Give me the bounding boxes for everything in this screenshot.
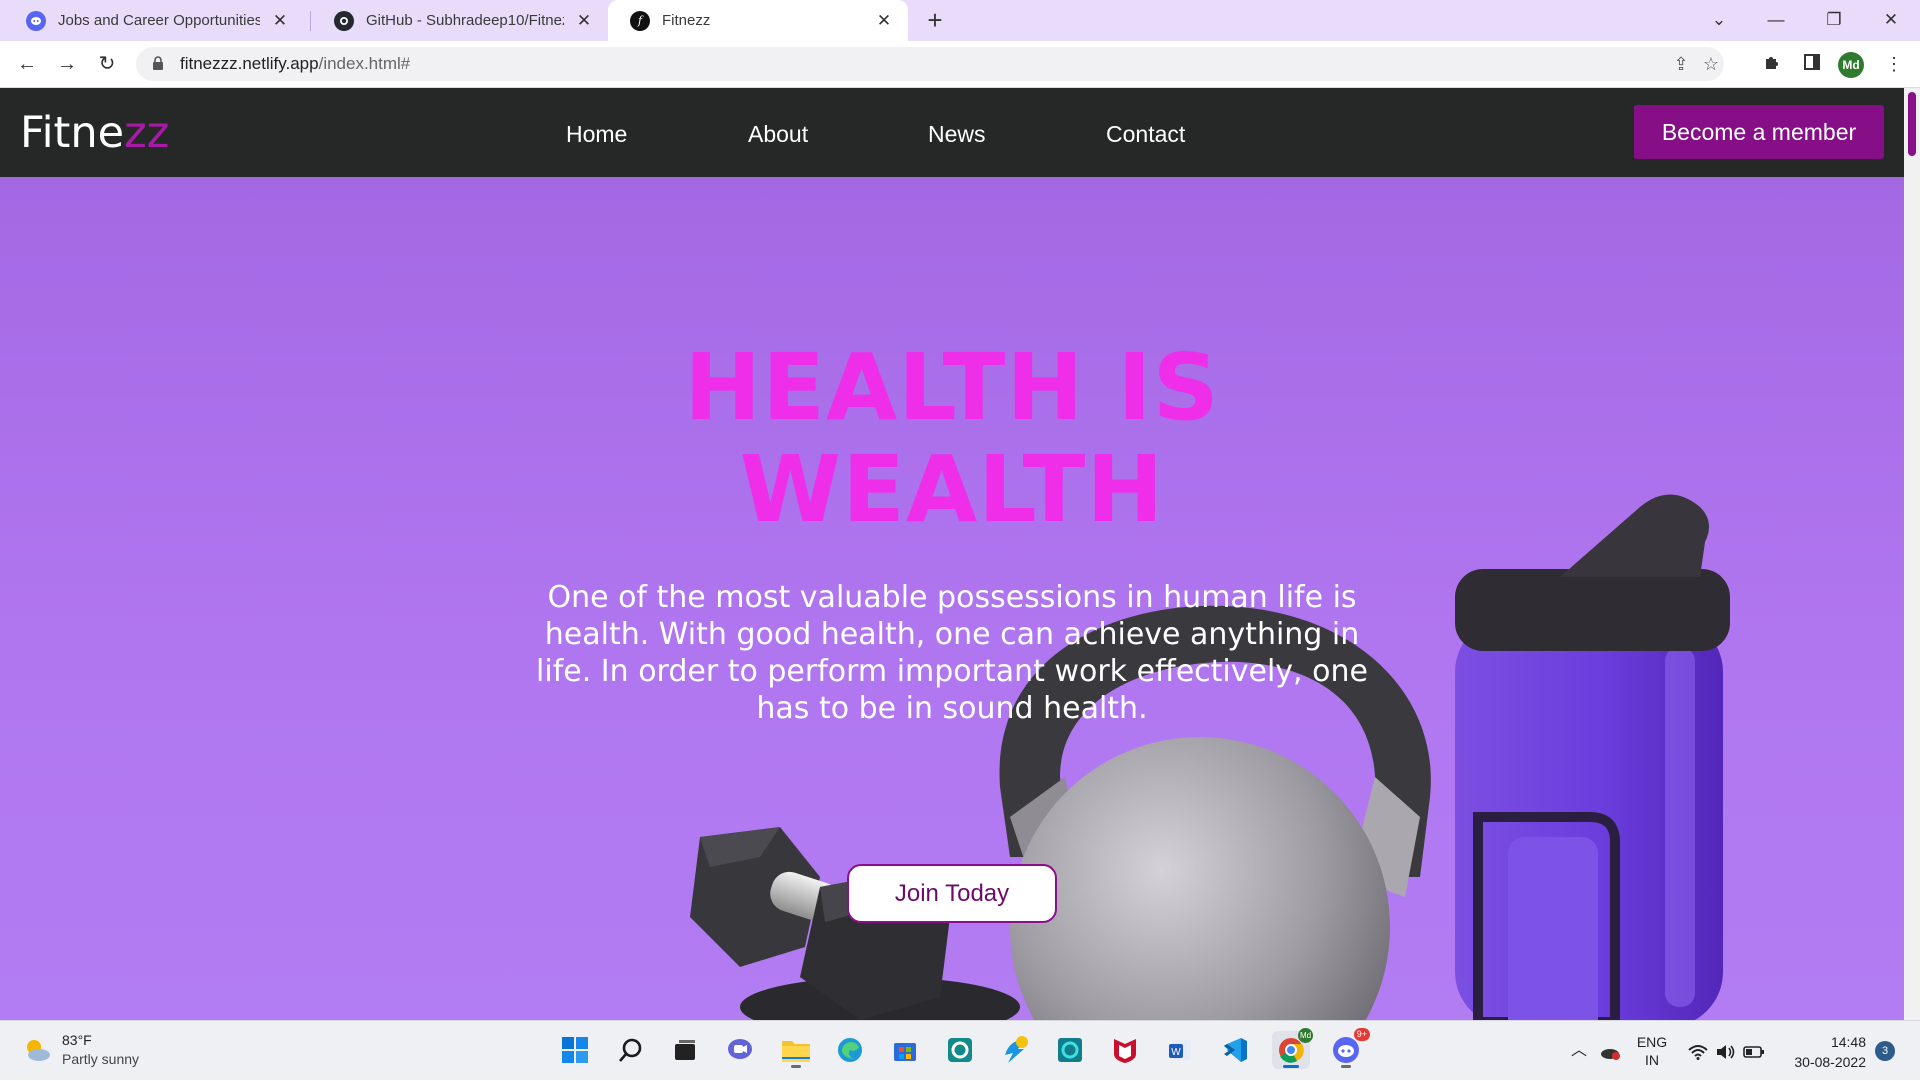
close-window-button[interactable]: ✕ <box>1871 4 1911 36</box>
app-icon-teal[interactable] <box>941 1031 979 1069</box>
file-explorer-icon[interactable] <box>777 1031 815 1069</box>
chrome-icon[interactable]: Md <box>1272 1028 1313 1069</box>
forward-button[interactable]: → <box>51 48 83 80</box>
weather-widget[interactable]: 83°F Partly sunny <box>22 1031 139 1069</box>
tab-github[interactable]: GitHub - Subhradeep10/Fitnezz: ✕ <box>312 0 608 41</box>
bookmark-star-icon[interactable]: ☆ <box>1696 47 1726 81</box>
hero-description: One of the most valuable possessions in … <box>536 580 1368 726</box>
new-tab-button[interactable]: + <box>920 6 950 36</box>
fitnezz-favicon: f <box>630 10 650 31</box>
discord-taskbar-icon[interactable]: 9+ <box>1327 1028 1370 1069</box>
weather-desc: Partly sunny <box>62 1051 140 1067</box>
edge-icon[interactable] <box>831 1031 869 1069</box>
clock-date: 30-08-2022 <box>1794 1054 1866 1070</box>
app-icon-python[interactable] <box>996 1031 1034 1069</box>
battery-icon[interactable] <box>1742 1021 1766 1081</box>
extensions-icon[interactable] <box>1756 48 1788 80</box>
onedrive-icon[interactable] <box>1598 1021 1622 1081</box>
join-today-button[interactable]: Join Today <box>847 864 1057 923</box>
reload-button[interactable]: ↻ <box>91 48 123 80</box>
show-hidden-icons[interactable]: ︿ <box>1568 1021 1590 1081</box>
tab-title: GitHub - Subhradeep10/Fitnezz: <box>366 12 564 29</box>
page-viewport: Fitnezz Home About News Contact Become a… <box>0 88 1904 1020</box>
page-scrollbar[interactable] <box>1904 88 1920 1020</box>
nav-home[interactable]: Home <box>566 121 627 148</box>
site-logo[interactable]: Fitnezz <box>20 108 169 158</box>
app-icon-cortana[interactable] <box>1051 1031 1089 1069</box>
profile-avatar[interactable]: Md <box>1838 52 1864 78</box>
minimize-button[interactable]: — <box>1756 4 1796 36</box>
store-icon[interactable] <box>886 1031 924 1069</box>
close-icon[interactable]: ✕ <box>270 11 290 31</box>
discord-icon <box>26 10 46 31</box>
vscode-icon[interactable] <box>1216 1031 1254 1069</box>
search-icon[interactable] <box>612 1031 650 1069</box>
nav-contact[interactable]: Contact <box>1106 121 1185 148</box>
start-button[interactable] <box>556 1031 594 1069</box>
tab-title: Jobs and Career Opportunities at <box>58 12 260 29</box>
url-text: fitnezzz.netlify.app/index.html# <box>180 54 411 73</box>
language-indicator[interactable]: ENG IN <box>1632 1021 1672 1081</box>
hero-section: HEALTH IS WEALTH One of the most valuabl… <box>0 177 1904 1020</box>
discord-notification-badge: 9+ <box>1353 1028 1370 1041</box>
volume-icon[interactable] <box>1714 1021 1738 1081</box>
tab-fitnezz[interactable]: f Fitnezz ✕ <box>608 0 908 41</box>
clock[interactable]: 14:48 30-08-2022 <box>1786 1021 1866 1081</box>
hero-title: HEALTH IS WEALTH <box>684 334 1220 543</box>
restore-button[interactable]: ❐ <box>1814 4 1854 36</box>
share-icon[interactable]: ⇪ <box>1666 47 1696 81</box>
task-view-icon[interactable] <box>666 1031 704 1069</box>
back-button[interactable]: ← <box>11 48 43 80</box>
close-icon[interactable]: ✕ <box>574 11 594 31</box>
tab-search-icon[interactable]: ⌄ <box>1699 4 1739 36</box>
site-navbar: Fitnezz Home About News Contact Become a… <box>0 88 1904 177</box>
partly-sunny-icon <box>22 1035 52 1065</box>
github-icon <box>334 10 354 31</box>
mcafee-icon[interactable] <box>1106 1031 1144 1069</box>
weather-temp: 83°F <box>62 1032 92 1048</box>
tab-separator <box>310 11 311 31</box>
tab-strip: Jobs and Career Opportunities at ✕ GitHu… <box>0 0 1920 41</box>
address-bar[interactable]: fitnezzz.netlify.app/index.html# ⇪ ☆ <box>136 47 1724 81</box>
teams-chat-icon[interactable] <box>721 1031 759 1069</box>
scrollbar-thumb[interactable] <box>1908 92 1916 156</box>
word-icon[interactable]: W <box>1161 1031 1199 1069</box>
wifi-icon[interactable] <box>1686 1021 1710 1081</box>
chrome-profile-badge: Md <box>1298 1028 1313 1043</box>
become-member-button[interactable]: Become a member <box>1634 105 1884 159</box>
side-panel-icon[interactable] <box>1796 48 1828 80</box>
svg-text:W: W <box>1171 1047 1181 1058</box>
nav-news[interactable]: News <box>928 121 986 148</box>
nav-about[interactable]: About <box>748 121 808 148</box>
tab-discord[interactable]: Jobs and Career Opportunities at ✕ <box>4 0 304 41</box>
windows-taskbar: 83°F Partly sunny W Md 9+ ︿ ENG IN 14:48… <box>0 1020 1920 1080</box>
lock-icon[interactable] <box>152 55 166 73</box>
clock-time: 14:48 <box>1830 1034 1866 1050</box>
browser-toolbar: ← → ↻ fitnezzz.netlify.app/index.html# ⇪… <box>0 41 1920 88</box>
tab-title: Fitnezz <box>662 12 711 29</box>
menu-icon[interactable]: ⋮ <box>1878 48 1910 80</box>
close-icon[interactable]: ✕ <box>874 11 894 31</box>
notification-center-badge[interactable]: 3 <box>1875 1041 1895 1061</box>
